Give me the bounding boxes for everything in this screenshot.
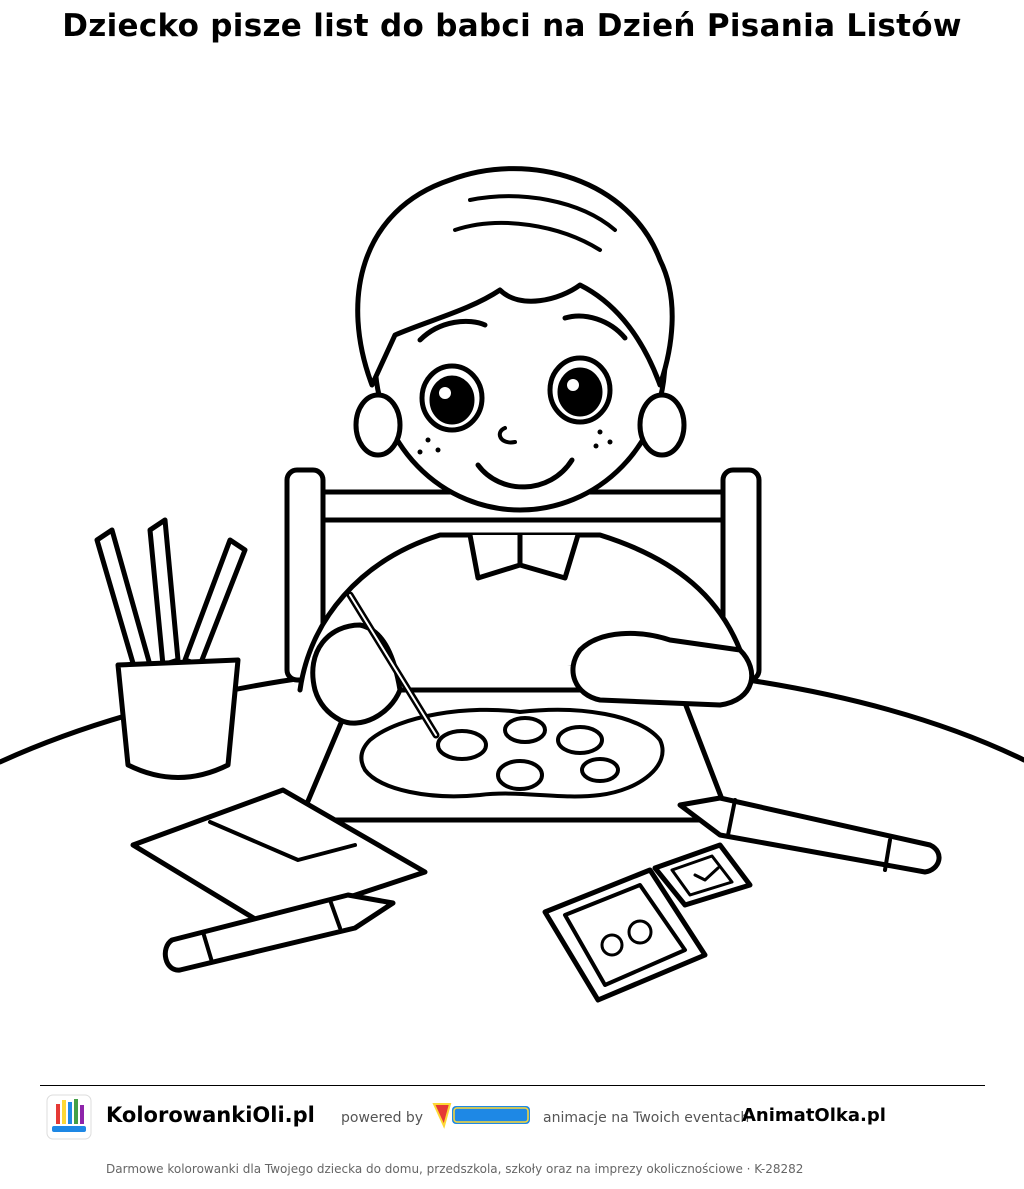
footer-divider [40,1085,985,1086]
powered-by-label: powered by [341,1110,424,1126]
tagline: animacje na Twoich eventach [543,1110,750,1126]
coloring-illustration [0,166,1024,1003]
partner-site-link[interactable]: AnimatOlka.pl [742,1105,886,1126]
footer-note: Darmowe kolorowanki dla Twojego dziecka … [106,1162,804,1176]
child-head [353,166,687,513]
letter-drawing [359,707,665,799]
animatolka-logo-icon[interactable] [430,1098,534,1132]
kolorowanki-oli-logo-icon[interactable] [46,1094,92,1140]
crayon-cup [94,517,248,780]
site-brand[interactable]: KolorowankiOli.pl [106,1103,315,1127]
page-title: Dziecko pisze list do babci na Dzień Pis… [62,8,962,44]
